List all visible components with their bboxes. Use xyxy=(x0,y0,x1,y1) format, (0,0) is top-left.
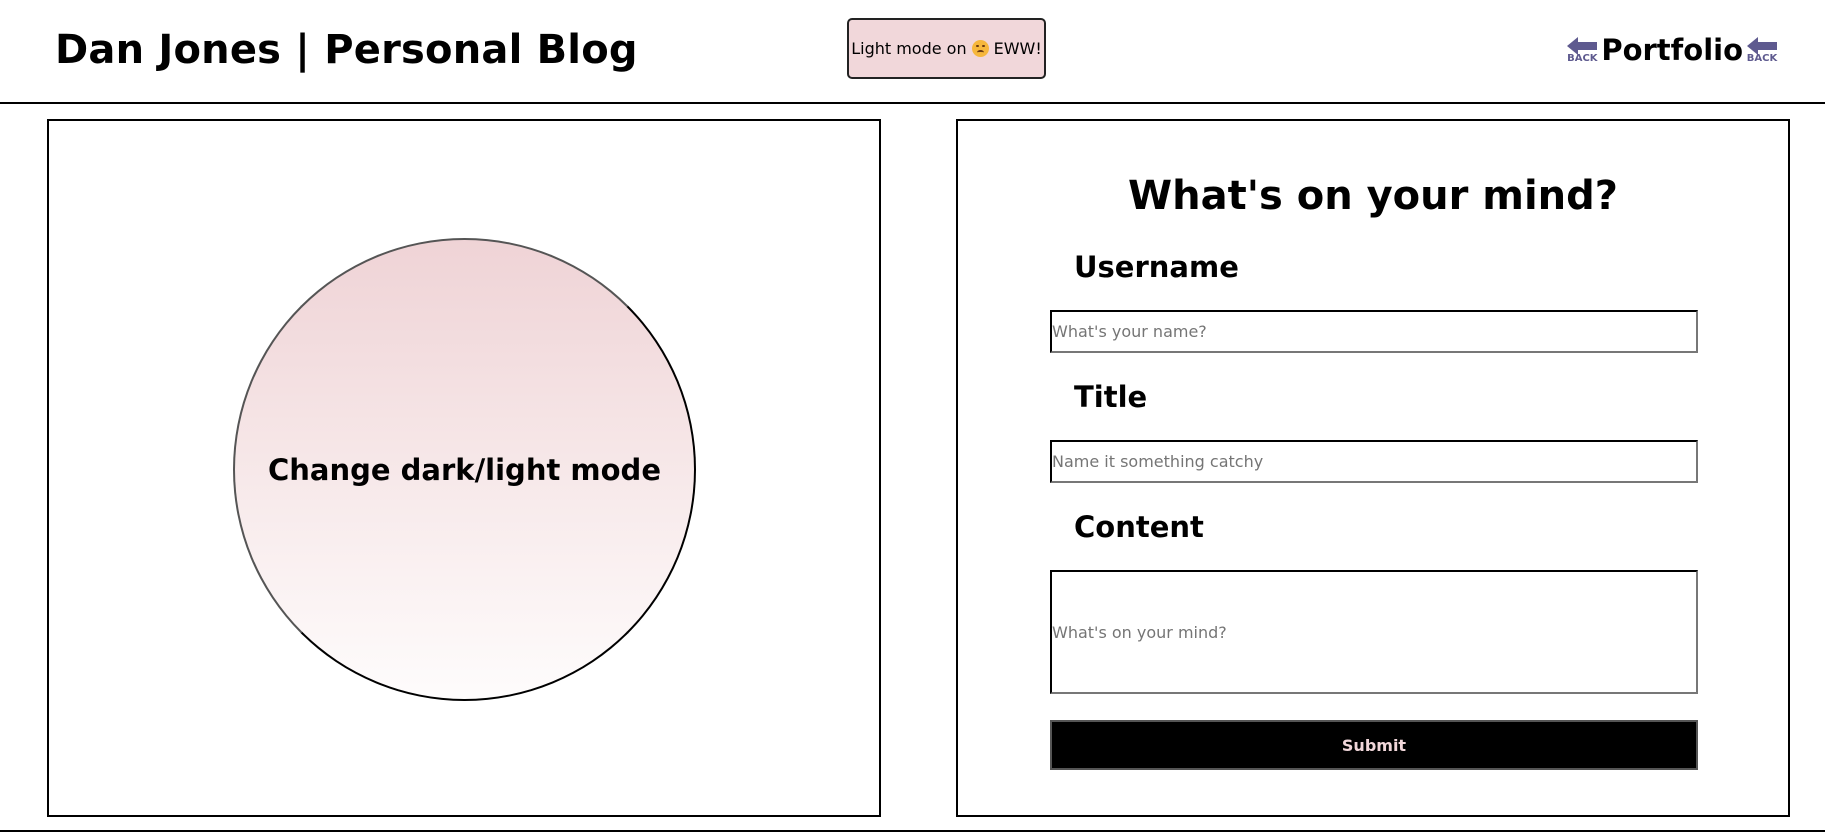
mode-toggle-text-before: Light mode on xyxy=(851,39,967,58)
submit-button[interactable]: Submit xyxy=(1050,720,1698,770)
back-badge-left: BACK xyxy=(1566,36,1598,64)
blog-post-form-panel: What's on your mind? Username Title Cont… xyxy=(956,119,1790,817)
title-label: Title xyxy=(1074,380,1148,414)
site-header: Dan Jones | Personal Blog Light mode on … xyxy=(0,0,1825,104)
portfolio-link[interactable]: BACK Portfolio BACK xyxy=(1566,30,1778,70)
back-arrow-icon xyxy=(1567,36,1598,55)
content-label: Content xyxy=(1074,510,1204,544)
change-mode-circle-button[interactable]: Change dark/light mode xyxy=(233,238,696,701)
title-input[interactable] xyxy=(1050,440,1698,483)
portfolio-label: Portfolio xyxy=(1601,33,1743,67)
back-arrow-icon xyxy=(1747,36,1777,55)
content-textarea[interactable]: What's on your mind? xyxy=(1050,570,1698,694)
username-label: Username xyxy=(1074,250,1239,284)
site-title: Dan Jones | Personal Blog xyxy=(55,27,638,73)
back-badge-right: BACK xyxy=(1746,36,1778,64)
back-badge-text: BACK xyxy=(1567,52,1598,64)
footer-divider xyxy=(0,830,1825,832)
disappointed-face-icon xyxy=(971,40,989,57)
light-mode-toggle-button[interactable]: Light mode on EWW! xyxy=(847,18,1046,79)
mode-toggle-text-after: EWW! xyxy=(993,39,1042,58)
back-badge-text: BACK xyxy=(1746,52,1778,64)
mode-switch-panel: Change dark/light mode xyxy=(47,119,881,817)
form-heading: What's on your mind? xyxy=(1128,173,1618,219)
content-placeholder: What's on your mind? xyxy=(1052,622,1227,642)
username-input[interactable] xyxy=(1050,310,1698,353)
change-mode-label: Change dark/light mode xyxy=(268,452,661,487)
